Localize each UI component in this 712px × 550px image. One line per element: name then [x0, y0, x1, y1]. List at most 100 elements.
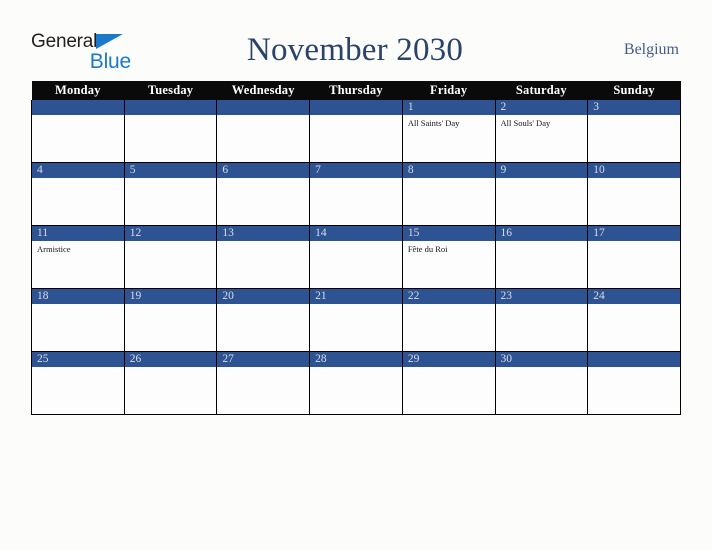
day-cell-inner: 19 — [124, 289, 217, 351]
calendar-day-cell[interactable] — [216, 100, 311, 163]
holiday-label: Fête du Roi — [407, 244, 448, 254]
day-cell-inner: 22 — [402, 289, 495, 351]
calendar-day-cell[interactable]: 26 — [123, 351, 218, 415]
day-number: 16 — [495, 226, 588, 241]
calendar-day-cell[interactable]: 28 — [309, 351, 403, 415]
day-events — [588, 178, 680, 225]
day-events — [310, 304, 402, 351]
day-events — [125, 304, 217, 351]
calendar-day-cell[interactable]: 24 — [587, 288, 681, 352]
day-events — [310, 241, 402, 288]
calendar-day-cell[interactable]: 10 — [587, 162, 681, 226]
day-events: All Saints' Day — [403, 115, 495, 162]
logo-text-general: General — [31, 30, 98, 52]
day-cell-inner: 26 — [124, 352, 217, 414]
calendar-day-cell[interactable]: 12 — [123, 225, 218, 289]
holiday-label: All Souls' Day — [500, 118, 551, 128]
calendar-day-cell[interactable] — [123, 100, 218, 163]
calendar-day-cell[interactable]: 13 — [216, 225, 311, 289]
day-events — [32, 367, 124, 414]
day-events — [125, 115, 217, 162]
day-events — [310, 367, 402, 414]
day-events — [496, 241, 588, 288]
day-cell-inner: 21 — [310, 289, 402, 351]
calendar-day-cell[interactable]: 15 Fête du Roi — [401, 225, 496, 289]
day-number: 27 — [217, 352, 310, 367]
calendar-grid: Monday Tuesday Wednesday Thursday Friday… — [31, 81, 681, 415]
day-number: 21 — [310, 289, 402, 304]
calendar-day-cell[interactable]: 23 — [494, 288, 589, 352]
day-cell-inner: 9 — [495, 163, 588, 225]
day-cell-inner: 1 All Saints' Day — [402, 100, 495, 162]
calendar-day-cell[interactable]: 27 — [216, 351, 311, 415]
day-cell-inner — [32, 100, 124, 162]
calendar-day-cell[interactable]: 16 — [494, 225, 589, 289]
day-cell-inner: 20 — [217, 289, 310, 351]
day-events — [403, 367, 495, 414]
day-cell-inner — [124, 100, 217, 162]
day-number: 11 — [32, 226, 124, 241]
day-number — [32, 100, 124, 115]
calendar-day-cell[interactable]: 17 — [587, 225, 681, 289]
weekday-header-sunday: Sunday — [587, 81, 681, 100]
calendar-day-cell[interactable]: 11 Armistice — [31, 225, 125, 289]
weekday-header-monday: Monday — [31, 81, 125, 100]
calendar-day-cell[interactable] — [309, 100, 403, 163]
day-number: 1 — [402, 100, 495, 115]
day-events — [125, 241, 217, 288]
country-label: Belgium — [623, 41, 679, 58]
calendar-day-cell[interactable]: 19 — [123, 288, 218, 352]
day-number — [310, 100, 402, 115]
day-events — [496, 304, 588, 351]
day-number: 12 — [124, 226, 217, 241]
calendar-day-cell[interactable]: 21 — [309, 288, 403, 352]
day-number: 5 — [124, 163, 217, 178]
day-events — [588, 115, 680, 162]
day-number: 24 — [588, 289, 680, 304]
day-number: 28 — [310, 352, 402, 367]
day-number: 18 — [32, 289, 124, 304]
calendar-day-cell[interactable]: 30 — [494, 351, 589, 415]
weekday-header-saturday: Saturday — [495, 81, 588, 100]
weekday-header-friday: Friday — [402, 81, 496, 100]
calendar-day-cell[interactable]: 25 — [31, 351, 125, 415]
calendar-day-cell[interactable]: 5 — [123, 162, 218, 226]
day-number: 15 — [402, 226, 495, 241]
day-cell-inner: 25 — [32, 352, 124, 414]
calendar-day-cell[interactable]: 14 — [309, 225, 403, 289]
day-cell-inner: 23 — [495, 289, 588, 351]
day-events — [217, 178, 309, 225]
day-number: 10 — [588, 163, 680, 178]
day-cell-inner: 28 — [310, 352, 402, 414]
generalblue-logo[interactable]: General Blue — [31, 30, 131, 73]
calendar-day-cell[interactable]: 7 — [309, 162, 403, 226]
calendar-day-cell[interactable]: 1 All Saints' Day — [401, 100, 496, 163]
day-number: 26 — [124, 352, 217, 367]
calendar-day-cell[interactable]: 8 — [401, 162, 496, 226]
day-events — [496, 178, 588, 225]
logo-top-row: General — [31, 30, 131, 51]
calendar-week-row: 11 Armistice 12 13 14 15 Fête du Roi 16 17 — [31, 225, 681, 289]
day-events — [125, 367, 217, 414]
calendar-day-cell[interactable]: 9 — [494, 162, 589, 226]
day-events — [310, 178, 402, 225]
calendar-day-cell[interactable]: 29 — [401, 351, 496, 415]
calendar-day-cell[interactable]: 20 — [216, 288, 311, 352]
calendar-day-cell[interactable] — [31, 100, 125, 163]
day-number — [588, 352, 680, 367]
calendar-day-cell[interactable]: 3 — [587, 100, 681, 163]
day-events — [217, 367, 309, 414]
calendar-day-cell[interactable]: 22 — [401, 288, 496, 352]
day-cell-inner: 15 Fête du Roi — [402, 226, 495, 288]
triangle-icon — [96, 33, 124, 49]
day-number: 6 — [217, 163, 310, 178]
day-cell-inner — [217, 100, 310, 162]
calendar-day-cell[interactable]: 6 — [216, 162, 311, 226]
calendar-day-cell[interactable]: 2 All Souls' Day — [494, 100, 589, 163]
calendar-day-cell[interactable] — [587, 351, 681, 415]
day-number: 8 — [402, 163, 495, 178]
day-cell-inner — [310, 100, 402, 162]
calendar-day-cell[interactable]: 18 — [31, 288, 125, 352]
day-cell-inner: 4 — [32, 163, 124, 225]
calendar-day-cell[interactable]: 4 — [31, 162, 125, 226]
